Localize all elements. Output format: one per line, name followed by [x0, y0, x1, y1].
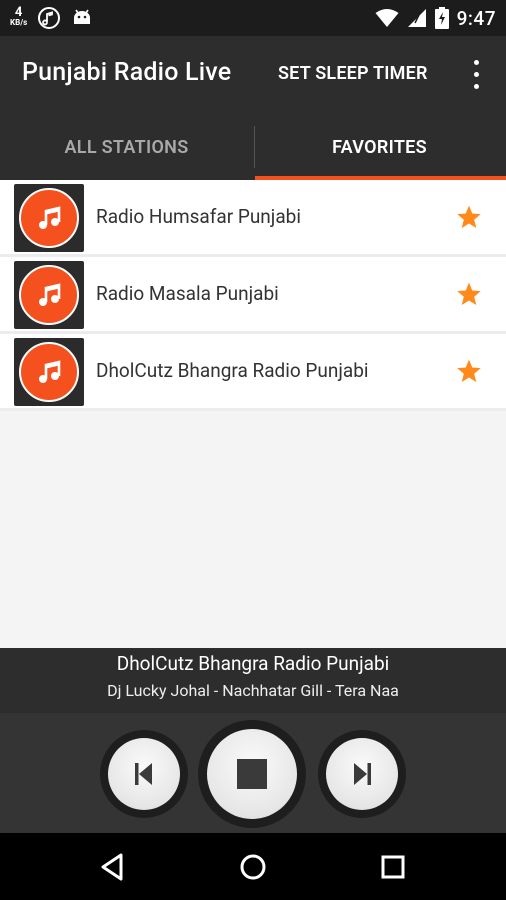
app-title: Punjabi Radio Live: [22, 58, 232, 87]
network-speed-value: 4: [14, 5, 23, 20]
tab-favorites[interactable]: FAVORITES: [253, 114, 506, 180]
set-sleep-timer-button[interactable]: SET SLEEP TIMER: [278, 63, 428, 84]
favorite-star-icon[interactable]: [456, 204, 482, 230]
android-icon: [74, 9, 91, 24]
player-controls: [0, 713, 506, 833]
music-note-icon: [39, 206, 61, 229]
system-nav-bar: [0, 833, 506, 900]
favorite-star-icon[interactable]: [456, 281, 482, 307]
station-name: Radio Masala Punjabi: [96, 282, 279, 305]
row-divider: [0, 408, 506, 411]
status-right-icons: 9:47: [375, 4, 496, 32]
skip-next-icon: [354, 763, 371, 785]
favorite-star-icon[interactable]: [456, 358, 482, 384]
now-playing-station: DholCutz Bhangra Radio Punjabi: [116, 652, 390, 675]
station-row[interactable]: Radio Masala Punjabi: [0, 257, 506, 331]
status-left-icons: 4 KB/s: [10, 4, 93, 32]
wifi-icon: [375, 9, 399, 27]
home-icon[interactable]: [235, 849, 271, 885]
now-playing-bar[interactable]: DholCutz Bhangra Radio Punjabi Dj Lucky …: [0, 648, 506, 713]
previous-button[interactable]: [108, 738, 180, 810]
overflow-menu-icon[interactable]: [466, 58, 486, 92]
station-row[interactable]: DholCutz Bhangra Radio Punjabi: [0, 334, 506, 408]
skip-previous-icon: [135, 763, 152, 785]
network-speed: 4 KB/s: [10, 5, 28, 28]
tab-all-stations[interactable]: ALL STATIONS: [0, 114, 253, 180]
favorites-list: Radio Humsafar Punjabi Radio Masala Punj…: [0, 180, 506, 648]
clock: 9:47: [456, 6, 496, 30]
station-thumbnail: [14, 338, 84, 406]
stop-icon: [237, 759, 267, 789]
station-row[interactable]: Radio Humsafar Punjabi: [0, 180, 506, 254]
status-bar: 4 KB/s 9:47: [0, 0, 506, 36]
battery-charging-icon: [434, 7, 449, 29]
cell-signal-icon: [407, 9, 426, 27]
station-name: DholCutz Bhangra Radio Punjabi: [96, 359, 369, 382]
music-note-icon: [39, 360, 61, 383]
back-icon[interactable]: [95, 849, 131, 885]
network-speed-unit: KB/s: [10, 18, 28, 27]
tab-bar: ALL STATIONS FAVORITES: [0, 114, 506, 180]
stop-button[interactable]: [207, 729, 297, 819]
station-thumbnail: [14, 261, 84, 329]
music-player-icon: [38, 7, 61, 29]
next-button[interactable]: [326, 738, 398, 810]
recents-icon[interactable]: [375, 849, 411, 885]
music-note-icon: [39, 283, 61, 306]
station-name: Radio Humsafar Punjabi: [96, 205, 301, 228]
station-thumbnail: [14, 184, 84, 252]
app-bar: Punjabi Radio Live SET SLEEP TIMER: [0, 36, 506, 114]
now-playing-track: Dj Lucky Johal - Nachhatar Gill - Tera N…: [107, 681, 399, 700]
